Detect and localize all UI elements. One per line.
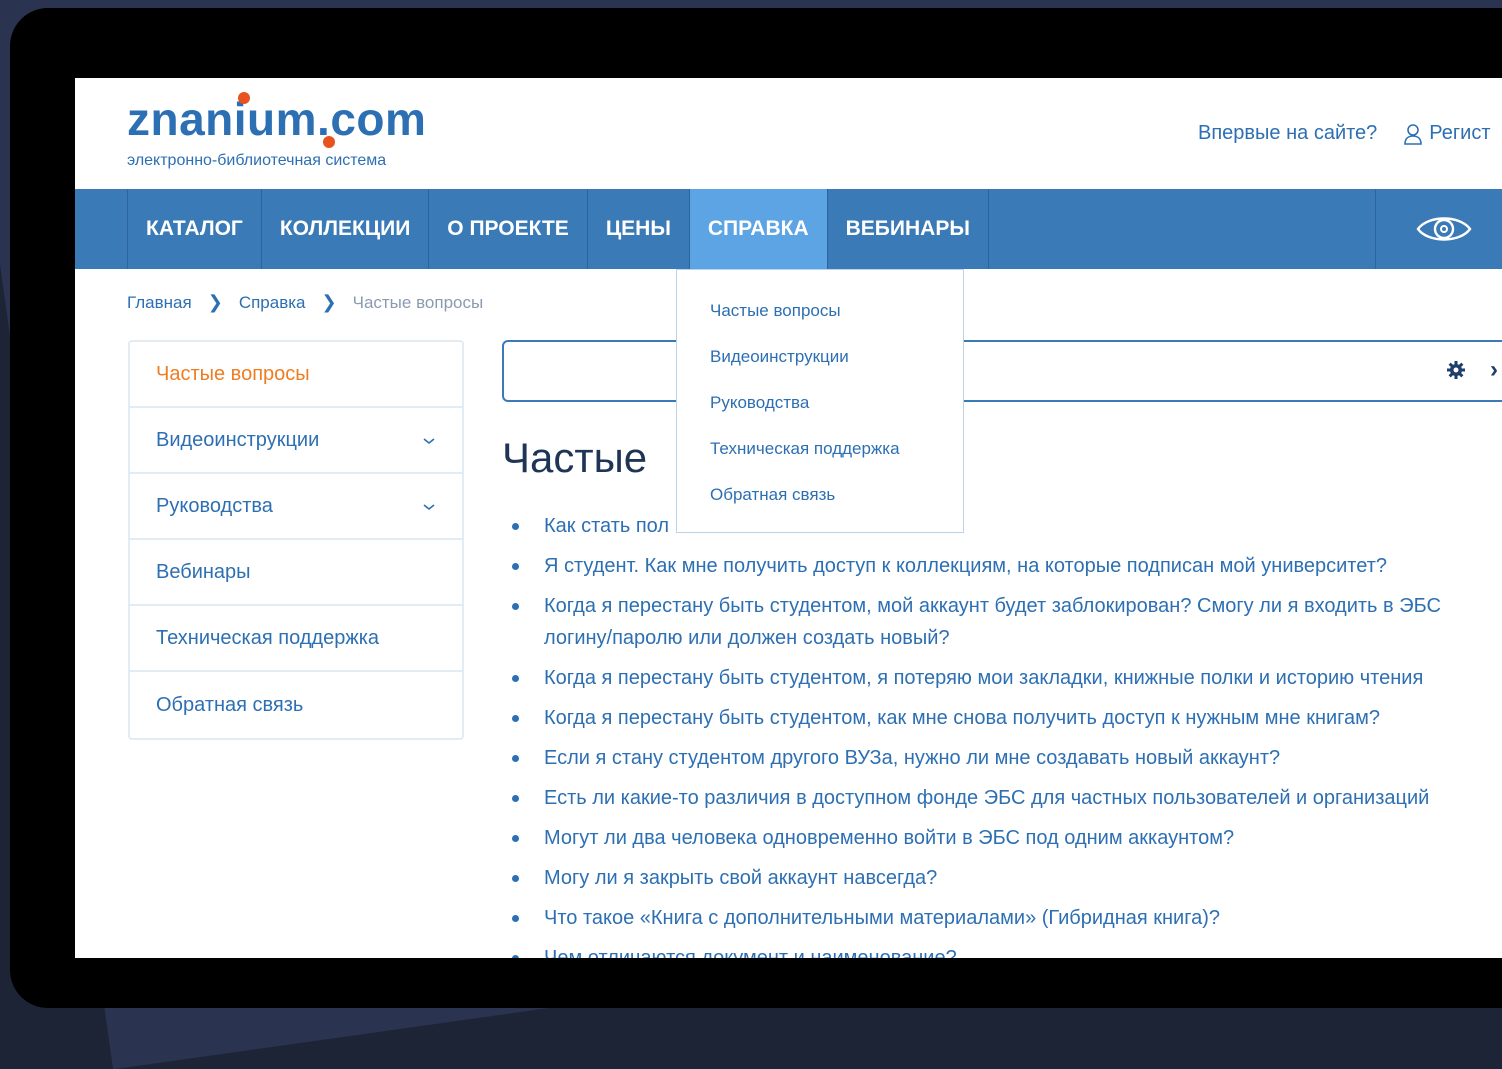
- nav-item-about[interactable]: О ПРОЕКТЕ: [428, 189, 587, 269]
- search-input[interactable]: ›: [502, 340, 1502, 402]
- first-time-link[interactable]: Впервые на сайте?: [1198, 122, 1377, 145]
- dropdown-item-support[interactable]: Техническая поддержка: [677, 426, 963, 472]
- logo-dot: [323, 136, 335, 148]
- faq-item[interactable]: Если я стану студентом другого ВУЗа, нуж…: [502, 742, 1441, 774]
- user-icon: [1403, 123, 1423, 145]
- nav-item-catalog[interactable]: КАТАЛОГ: [127, 189, 261, 269]
- breadcrumb-home[interactable]: Главная: [127, 293, 192, 313]
- nav-item-prices[interactable]: ЦЕНЫ: [586, 189, 689, 269]
- faq-list: Как стать пол Я студент. Как мне получит…: [502, 510, 1441, 958]
- browser-screen: znanium.com электронно-библиотечная сист…: [75, 78, 1502, 958]
- chevron-down-icon[interactable]: [422, 496, 436, 517]
- main-nav: КАТАЛОГ КОЛЛЕКЦИИ О ПРОЕКТЕ ЦЕНЫ СПРАВКА…: [75, 189, 1502, 269]
- breadcrumb-current: Частые вопросы: [352, 292, 484, 312]
- faq-item[interactable]: Как стать пол: [502, 510, 1441, 542]
- sidebar: Частые вопросы Видеоинструкции Руководст…: [128, 340, 464, 740]
- header-links: Впервые на сайте? Регист: [1198, 122, 1491, 145]
- sidebar-item-feedback[interactable]: Обратная связь: [130, 672, 462, 738]
- eye-icon: [1416, 217, 1472, 241]
- accessibility-button[interactable]: [1375, 189, 1502, 269]
- sidebar-item-support[interactable]: Техническая поддержка: [130, 606, 462, 672]
- sidebar-item-label: Видеоинструкции: [156, 428, 320, 451]
- page-title: Частые: [502, 434, 648, 481]
- sidebar-item-video[interactable]: Видеоинструкции: [130, 408, 462, 474]
- faq-item-text: Когда я перестану быть студентом, мой ак…: [544, 595, 1441, 617]
- breadcrumb-help[interactable]: Справка: [239, 293, 306, 313]
- faq-item[interactable]: Могу ли я закрыть свой аккаунт навсегда?: [502, 862, 1441, 894]
- faq-item[interactable]: Я студент. Как мне получить доступ к кол…: [502, 550, 1441, 582]
- chevron-right-icon[interactable]: ›: [1490, 356, 1498, 384]
- dropdown-item-video[interactable]: Видеоинструкции: [677, 334, 963, 380]
- faq-item[interactable]: Когда я перестану быть студентом, мой ак…: [502, 590, 1441, 654]
- logo-text: znanium.com: [127, 93, 427, 145]
- sidebar-item-webinars[interactable]: Вебинары: [130, 540, 462, 606]
- sidebar-item-guides[interactable]: Руководства: [130, 474, 462, 540]
- chevron-right-icon: ❯: [321, 292, 337, 312]
- nav-item-collections[interactable]: КОЛЛЕКЦИИ: [260, 189, 428, 269]
- sidebar-item-faq[interactable]: Частые вопросы: [130, 342, 462, 408]
- register-link[interactable]: Регист: [1429, 122, 1490, 145]
- breadcrumb: Главная ❯ Справка ❯ Частые вопросы: [127, 292, 483, 313]
- sidebar-item-label: Вебинары: [156, 560, 251, 583]
- faq-item[interactable]: Могут ли два человека одновременно войти…: [502, 822, 1441, 854]
- faq-item[interactable]: Чем отличаются документ и наименование?: [502, 942, 1441, 958]
- sidebar-item-label: Частые вопросы: [156, 362, 310, 385]
- logo-subtitle: электронно-библиотечная система: [127, 152, 387, 169]
- faq-item[interactable]: Когда я перестану быть студентом, как мн…: [502, 702, 1441, 734]
- faq-item-text: логину/паролю или должен создать новый?: [544, 627, 950, 649]
- faq-item[interactable]: Что такое «Книга с дополнительными матер…: [502, 902, 1441, 934]
- nav-item-help[interactable]: СПРАВКА: [688, 189, 827, 269]
- help-dropdown-menu: Частые вопросы Видеоинструкции Руководст…: [676, 269, 964, 533]
- dropdown-item-feedback[interactable]: Обратная связь: [677, 472, 963, 518]
- chevron-right-icon: ❯: [207, 292, 223, 312]
- dropdown-item-guides[interactable]: Руководства: [677, 380, 963, 426]
- nav-item-webinars[interactable]: ВЕБИНАРЫ: [826, 189, 989, 269]
- sidebar-item-label: Обратная связь: [156, 693, 304, 716]
- logo-dot: [238, 92, 250, 104]
- sidebar-item-label: Техническая поддержка: [156, 626, 380, 649]
- dropdown-item-faq[interactable]: Частые вопросы: [677, 288, 963, 334]
- logo[interactable]: znanium.com электронно-библиотечная сист…: [127, 92, 427, 170]
- faq-item[interactable]: Когда я перестану быть студентом, я поте…: [502, 662, 1441, 694]
- gear-icon[interactable]: [1446, 360, 1466, 385]
- sidebar-item-label: Руководства: [156, 494, 273, 517]
- faq-item[interactable]: Есть ли какие-то различия в доступном фо…: [502, 782, 1441, 814]
- chevron-down-icon[interactable]: [422, 430, 436, 451]
